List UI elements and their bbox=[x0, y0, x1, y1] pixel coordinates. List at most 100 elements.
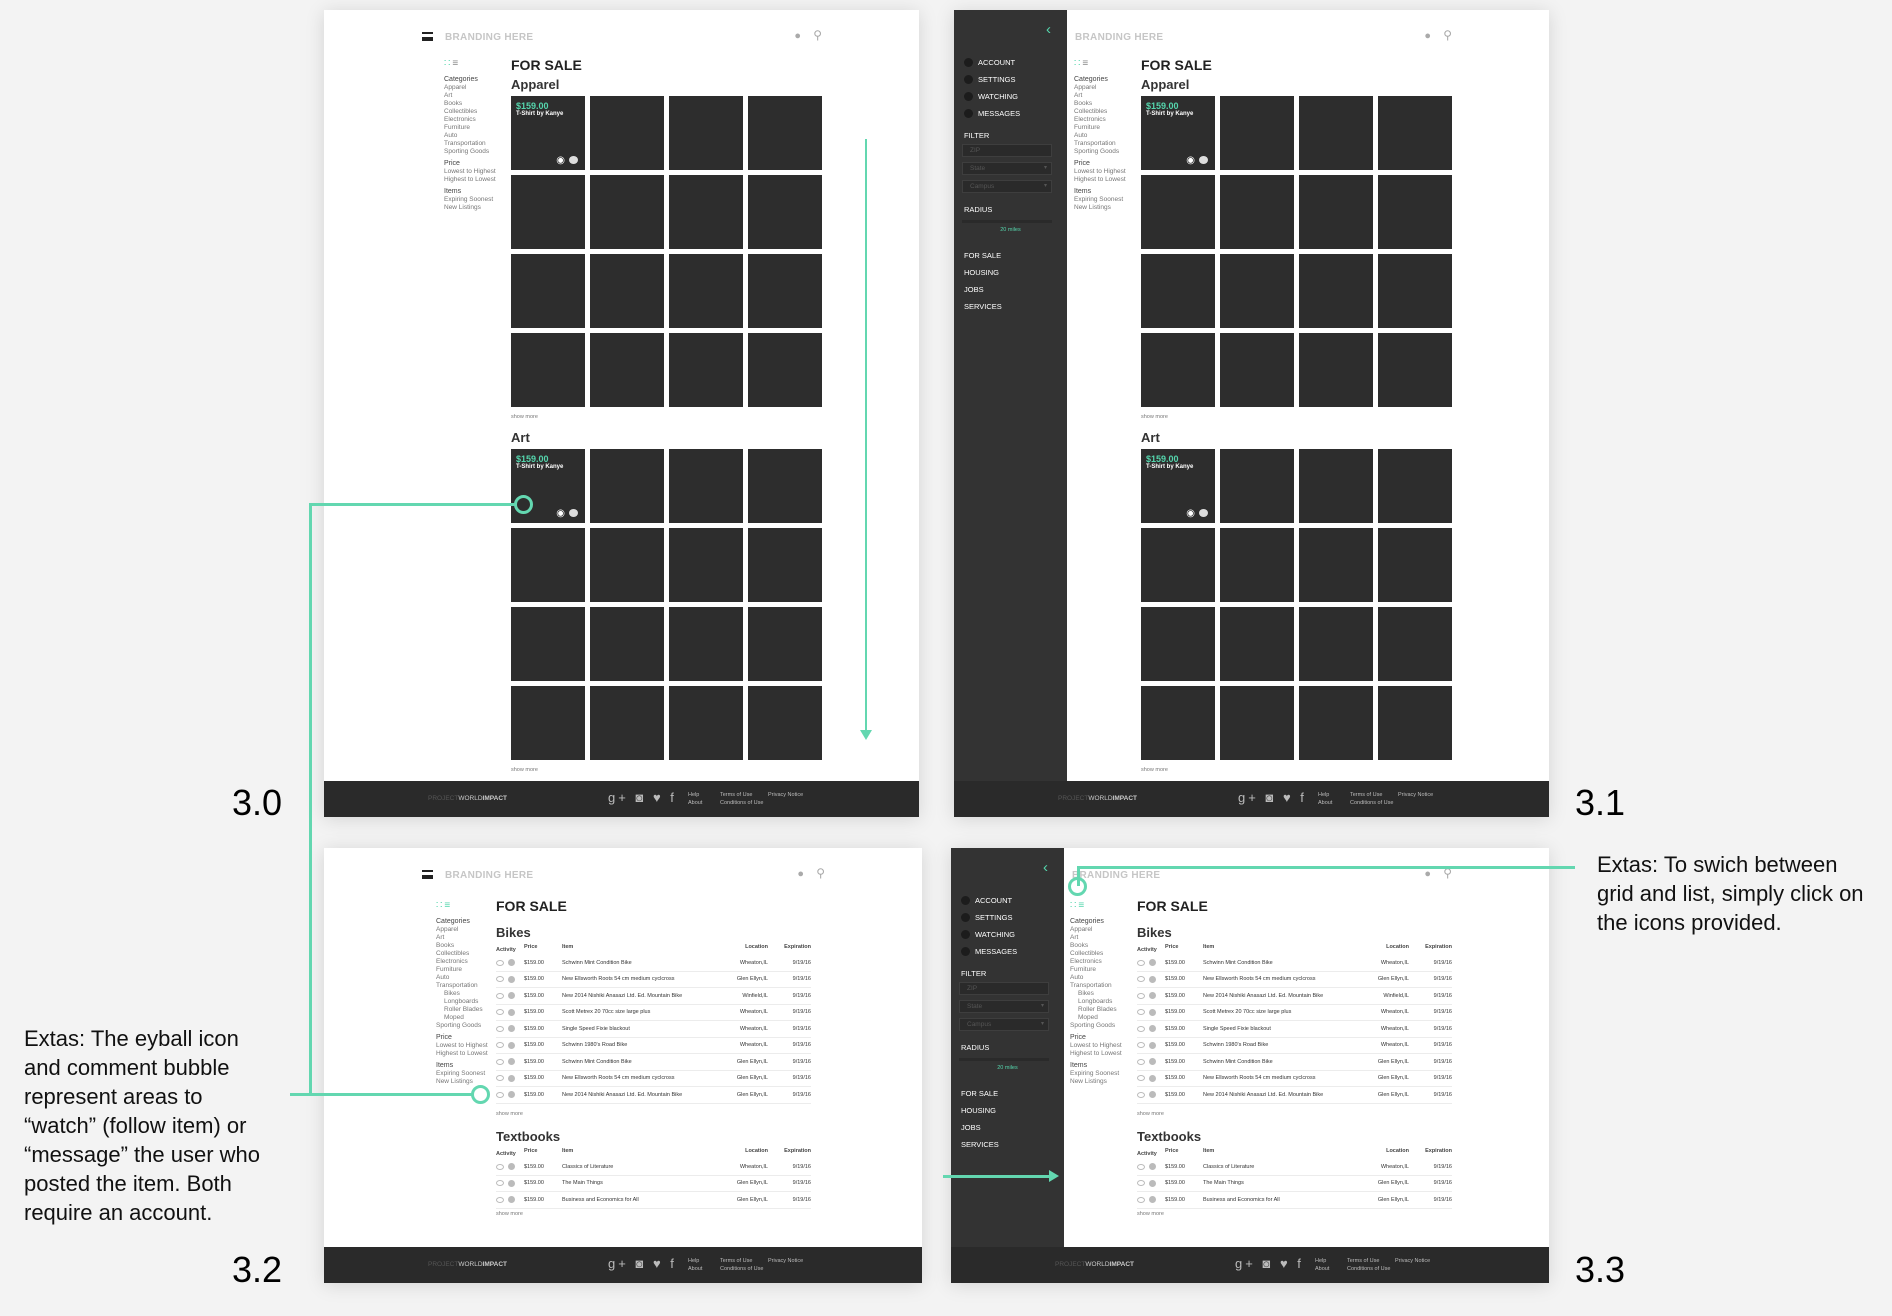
eye-icon[interactable] bbox=[1137, 1009, 1145, 1016]
campus-select[interactable]: Campus bbox=[962, 180, 1052, 193]
footer-help-about[interactable]: Help About bbox=[688, 1257, 702, 1273]
comment-bubble-icon[interactable] bbox=[508, 1163, 515, 1171]
comment-bubble-icon[interactable] bbox=[569, 509, 578, 517]
eye-icon[interactable] bbox=[496, 992, 504, 999]
facebook-icon[interactable]: f bbox=[670, 1256, 677, 1271]
list-view-icon[interactable]: ≡ bbox=[452, 58, 460, 69]
eye-icon[interactable] bbox=[496, 1163, 504, 1170]
product-tile[interactable] bbox=[1220, 528, 1294, 602]
product-tile[interactable] bbox=[748, 333, 822, 407]
comment-bubble-icon[interactable] bbox=[508, 959, 515, 967]
twitter-icon[interactable]: ♥ bbox=[1280, 1256, 1291, 1271]
eye-icon[interactable]: ◉ bbox=[556, 155, 565, 166]
show-more-link[interactable]: show more bbox=[1137, 1211, 1164, 1217]
comment-bubble-icon[interactable] bbox=[1149, 1196, 1156, 1204]
footer-help-about[interactable]: Help About bbox=[688, 791, 702, 807]
state-select[interactable]: State bbox=[959, 1000, 1049, 1013]
table-row[interactable]: $159.00 The Main Things Glen Ellyn,IL 9/19/… bbox=[496, 1176, 811, 1192]
product-tile[interactable] bbox=[1378, 175, 1452, 249]
footer-privacy[interactable]: Privacy Notice bbox=[1398, 791, 1433, 799]
footer-help-about[interactable]: Help About bbox=[1315, 1257, 1329, 1273]
product-tile[interactable] bbox=[1299, 175, 1373, 249]
eye-icon[interactable] bbox=[496, 1075, 504, 1082]
table-row[interactable]: $159.00 Business and Economics for All Gle… bbox=[1137, 1192, 1452, 1209]
product-tile[interactable] bbox=[669, 607, 743, 681]
comment-bubble-icon[interactable] bbox=[1149, 1074, 1156, 1082]
search-icon[interactable]: ⚲ bbox=[813, 28, 822, 42]
product-tile[interactable] bbox=[590, 254, 664, 328]
product-tile[interactable] bbox=[1220, 607, 1294, 681]
list-view-icon[interactable]: ≡ bbox=[1078, 900, 1086, 911]
product-tile[interactable] bbox=[748, 607, 822, 681]
product-tile[interactable] bbox=[590, 686, 664, 760]
comment-bubble-icon[interactable] bbox=[508, 975, 515, 983]
footer-privacy[interactable]: Privacy Notice bbox=[1395, 1257, 1430, 1265]
eye-icon[interactable] bbox=[1137, 1042, 1145, 1049]
list-view-icon[interactable]: ≡ bbox=[1082, 58, 1090, 69]
footer-help-about[interactable]: Help About bbox=[1318, 791, 1332, 807]
google-plus-icon[interactable]: g+ bbox=[608, 790, 629, 805]
comment-bubble-icon[interactable] bbox=[1149, 1041, 1156, 1049]
comment-bubble-icon[interactable] bbox=[1149, 992, 1156, 1000]
chevron-left-icon[interactable]: ‹ bbox=[1043, 859, 1048, 876]
comment-bubble-icon[interactable] bbox=[1199, 156, 1208, 164]
list-view-icon[interactable]: ≡ bbox=[444, 900, 452, 911]
table-row[interactable]: $159.00 New 2014 Nishiki Anasazi Ltd. Ed.… bbox=[496, 988, 811, 1005]
comment-bubble-icon[interactable] bbox=[1149, 1008, 1156, 1016]
product-tile[interactable] bbox=[511, 607, 585, 681]
product-tile[interactable] bbox=[1141, 686, 1215, 760]
footer-privacy[interactable]: Privacy Notice bbox=[768, 1257, 803, 1265]
product-tile[interactable] bbox=[1220, 333, 1294, 407]
comment-bubble-icon[interactable] bbox=[508, 1091, 515, 1099]
hamburger-menu-icon[interactable] bbox=[422, 870, 433, 879]
table-row[interactable]: $159.00 Schwinn Mint Condition Bike Wheato… bbox=[1137, 955, 1452, 972]
instagram-icon[interactable]: ◙ bbox=[1262, 1256, 1273, 1271]
eye-icon[interactable] bbox=[496, 959, 504, 966]
search-icon[interactable]: ⚲ bbox=[816, 866, 825, 880]
table-row[interactable]: $159.00 Schwinn Mint Condition Bike Wheato… bbox=[496, 955, 811, 972]
product-tile[interactable] bbox=[1299, 254, 1373, 328]
instagram-icon[interactable]: ◙ bbox=[635, 790, 646, 805]
product-tile[interactable] bbox=[748, 175, 822, 249]
comment-bubble-icon[interactable] bbox=[1149, 975, 1156, 983]
user-icon[interactable]: ● bbox=[1424, 868, 1431, 880]
drawer-item-account[interactable]: ACCOUNT bbox=[961, 892, 1017, 909]
facebook-icon[interactable]: f bbox=[1300, 790, 1307, 805]
show-more-link[interactable]: show more bbox=[1141, 414, 1168, 420]
table-row[interactable]: $159.00 Single Speed Fixie blackout Wheato… bbox=[1137, 1021, 1452, 1038]
table-row[interactable]: $159.00 New Ellsworth Roots 54 cm medium … bbox=[496, 972, 811, 988]
drawer-link-housing[interactable]: HOUSING bbox=[961, 1106, 999, 1123]
eye-icon[interactable] bbox=[1137, 1025, 1145, 1032]
user-icon[interactable]: ● bbox=[797, 868, 804, 880]
footer-terms[interactable]: Terms of Use Conditions of Use bbox=[1350, 791, 1393, 807]
zip-field[interactable]: ZIP bbox=[962, 144, 1052, 157]
radius-slider[interactable] bbox=[962, 220, 1052, 223]
table-row[interactable]: $159.00 Classics of Literature Wheaton,IL 9… bbox=[496, 1159, 811, 1176]
product-tile[interactable] bbox=[669, 333, 743, 407]
eye-icon[interactable] bbox=[496, 1196, 504, 1203]
footer-terms[interactable]: Terms of Use Conditions of Use bbox=[720, 1257, 763, 1273]
comment-bubble-icon[interactable] bbox=[1149, 1163, 1156, 1171]
table-row[interactable]: $159.00 New Ellsworth Roots 54 cm medium … bbox=[1137, 1071, 1452, 1087]
eye-icon[interactable] bbox=[496, 1042, 504, 1049]
eye-icon[interactable] bbox=[496, 1009, 504, 1016]
product-tile[interactable] bbox=[1378, 528, 1452, 602]
comment-bubble-icon[interactable] bbox=[508, 1196, 515, 1204]
instagram-icon[interactable]: ◙ bbox=[635, 1256, 646, 1271]
comment-bubble-icon[interactable] bbox=[1149, 1058, 1156, 1066]
drawer-link-services[interactable]: SERVICES bbox=[964, 302, 1002, 319]
product-tile[interactable] bbox=[1220, 254, 1294, 328]
show-more-link[interactable]: show more bbox=[1137, 1111, 1164, 1117]
eye-icon[interactable] bbox=[496, 1025, 504, 1032]
product-tile[interactable] bbox=[511, 686, 585, 760]
product-tile[interactable] bbox=[748, 449, 822, 523]
google-plus-icon[interactable]: g+ bbox=[1238, 790, 1259, 805]
table-row[interactable]: $159.00 Classics of Literature Wheaton,IL 9… bbox=[1137, 1159, 1452, 1176]
eye-icon[interactable] bbox=[496, 1091, 504, 1098]
eye-icon[interactable] bbox=[496, 976, 504, 983]
eye-icon[interactable] bbox=[1137, 959, 1145, 966]
radius-slider[interactable] bbox=[959, 1058, 1049, 1061]
product-tile[interactable] bbox=[1141, 254, 1215, 328]
show-more-link[interactable]: show more bbox=[511, 414, 538, 420]
product-tile[interactable] bbox=[669, 96, 743, 170]
